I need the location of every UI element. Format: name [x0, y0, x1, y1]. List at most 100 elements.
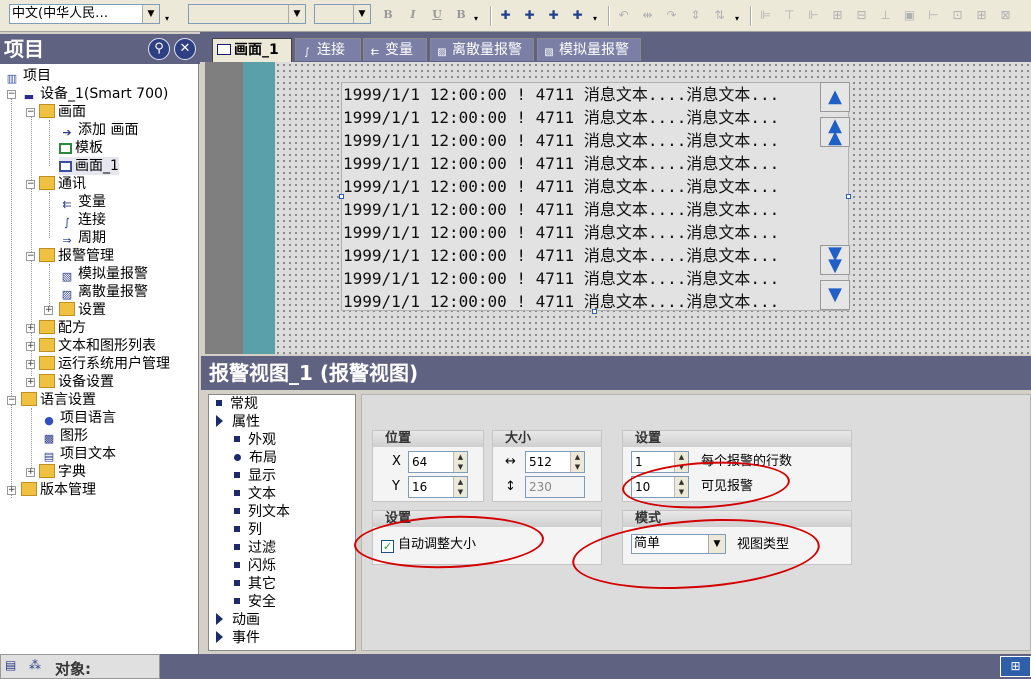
- tree-node-analog-alarms[interactable]: ▧ 模拟量报警: [59, 265, 148, 283]
- tab-analog-alarms[interactable]: ▧ 模拟量报警: [537, 38, 641, 61]
- grid-icon[interactable]: ⊠: [998, 8, 1013, 22]
- category-appearance[interactable]: 外观: [234, 431, 276, 449]
- tree-node-version-mgmt[interactable]: 版本管理: [21, 481, 96, 499]
- width-input[interactable]: 512 ▲ ▼: [525, 451, 585, 473]
- align-center-icon[interactable]: ⊤: [782, 8, 797, 22]
- category-filter[interactable]: 过滤: [234, 539, 276, 557]
- tree-node-screens[interactable]: 画面: [39, 103, 86, 121]
- tree-node-runtime-users[interactable]: 运行系统用户管理: [39, 355, 170, 373]
- category-columns[interactable]: 列: [234, 521, 262, 539]
- collapse-icon[interactable]: −: [26, 252, 35, 261]
- tree-node-comm[interactable]: 通讯: [39, 175, 86, 193]
- y-position-input[interactable]: 16 ▲ ▼: [408, 476, 468, 498]
- flip-horizontal-icon[interactable]: ⇹: [640, 8, 655, 22]
- expand-icon[interactable]: +: [26, 468, 35, 477]
- expand-icon[interactable]: +: [7, 486, 16, 495]
- align-right-icon[interactable]: ⊩: [806, 8, 821, 22]
- spinner-arrows-icon[interactable]: ▲ ▼: [453, 452, 467, 472]
- tree-node-root[interactable]: ▥ 项目: [4, 67, 51, 85]
- category-misc[interactable]: 其它: [234, 575, 276, 593]
- page-up-button[interactable]: ▲ ▲: [820, 117, 850, 147]
- tree-node-device-settings[interactable]: 设备设置: [39, 373, 114, 391]
- category-animation[interactable]: 动画: [216, 611, 260, 629]
- expand-icon[interactable]: +: [26, 378, 35, 387]
- tree-node-alarm-settings[interactable]: 设置: [59, 301, 106, 319]
- collapse-icon[interactable]: −: [26, 180, 35, 189]
- rotate-left-icon[interactable]: ↶: [616, 8, 631, 22]
- tree-node-alarm-mgmt[interactable]: 报警管理: [39, 247, 114, 265]
- resize-handle[interactable]: [592, 309, 597, 314]
- page-down-button[interactable]: ▼ ▼: [820, 245, 850, 275]
- spinner-arrows-icon[interactable]: ▲ ▼: [453, 477, 467, 497]
- align-left-icon[interactable]: ⊫: [758, 8, 773, 22]
- bring-forward-icon[interactable]: ✚: [546, 8, 561, 22]
- expand-icon[interactable]: +: [26, 360, 35, 369]
- expand-icon[interactable]: +: [44, 306, 53, 315]
- tab-tags[interactable]: ⇇ 变量: [363, 38, 427, 61]
- tree-node-discrete-alarms[interactable]: ▨ 离散量报警: [59, 283, 148, 301]
- dropdown-small-icon[interactable]: ▾: [165, 14, 169, 23]
- dropdown-small-icon[interactable]: ▾: [735, 14, 739, 23]
- window-icon[interactable]: ⊞: [1000, 656, 1031, 677]
- category-column-text[interactable]: 列文本: [234, 503, 290, 521]
- underline-button[interactable]: U: [429, 7, 445, 23]
- align-middle-icon[interactable]: ⊟: [854, 8, 869, 22]
- align-bottom-icon[interactable]: ⊥: [878, 8, 893, 22]
- font-combo[interactable]: ▼: [188, 4, 306, 24]
- category-flashing[interactable]: 闪烁: [234, 557, 276, 575]
- tree-node-project-texts[interactable]: ▤ 项目文本: [41, 445, 116, 463]
- send-backward-icon[interactable]: ✚: [570, 8, 585, 22]
- distribute-icon[interactable]: ▣: [902, 8, 917, 22]
- send-to-back-icon[interactable]: ✚: [522, 8, 537, 22]
- scroll-down-button[interactable]: ▼: [820, 280, 850, 310]
- italic-button[interactable]: I: [405, 7, 421, 23]
- flip-vertical-icon[interactable]: ⇕: [688, 8, 703, 22]
- close-icon[interactable]: ✕: [174, 38, 196, 60]
- tree-node-add-screen[interactable]: ➔ 添加 画面: [59, 121, 138, 139]
- mirror-icon[interactable]: ⇅: [712, 8, 727, 22]
- rotate-right-icon[interactable]: ↷: [664, 8, 679, 22]
- tree-node-template[interactable]: 模板: [59, 139, 103, 157]
- tree-node-lang-settings[interactable]: 语言设置: [21, 391, 96, 409]
- tree-node-project-lang[interactable]: ● 项目语言: [41, 409, 116, 427]
- tree-node-tags[interactable]: ⇇ 变量: [59, 193, 106, 211]
- tree-icon[interactable]: ⁂: [29, 658, 41, 672]
- object-panel-tab[interactable]: ▤ ⁂ 对象:: [0, 654, 160, 679]
- bring-to-front-icon[interactable]: ✚: [498, 8, 513, 22]
- expand-icon[interactable]: +: [26, 342, 35, 351]
- tree-node-screen-1[interactable]: 画面_1: [59, 157, 119, 175]
- tree-node-graphics[interactable]: ▩ 图形: [41, 427, 88, 445]
- collapse-icon[interactable]: −: [7, 90, 16, 99]
- collapse-icon[interactable]: −: [7, 396, 16, 405]
- category-general[interactable]: 常规: [216, 395, 258, 413]
- category-events[interactable]: 事件: [216, 629, 260, 647]
- x-position-input[interactable]: 64 ▲ ▼: [408, 451, 468, 473]
- alarm-view[interactable]: 1999/1/1 12:00:00 ! 4711 消息文本....消息文本...…: [341, 82, 849, 311]
- dropdown-small-icon[interactable]: ▾: [474, 14, 478, 23]
- dropdown-small-icon[interactable]: ▾: [593, 14, 597, 23]
- pin-icon[interactable]: ⚲: [148, 38, 170, 60]
- category-display[interactable]: 显示: [234, 467, 276, 485]
- category-layout[interactable]: 布局: [234, 449, 277, 467]
- same-height-icon[interactable]: ⊡: [950, 8, 965, 22]
- resize-handle[interactable]: [846, 194, 851, 199]
- tree-node-device[interactable]: ▬ 设备_1(Smart 700): [21, 85, 169, 103]
- chevron-down-icon[interactable]: ▼: [353, 5, 370, 23]
- align-top-icon[interactable]: ⊞: [830, 8, 845, 22]
- category-security[interactable]: 安全: [234, 593, 276, 611]
- expand-icon[interactable]: +: [26, 324, 35, 333]
- chevron-down-icon[interactable]: ▼: [142, 5, 159, 23]
- scroll-up-button[interactable]: ▲: [820, 82, 850, 112]
- tree-node-recipes[interactable]: 配方: [39, 319, 86, 337]
- chevron-down-icon[interactable]: ▼: [288, 5, 305, 23]
- font-size-combo[interactable]: ▼: [314, 4, 371, 24]
- tree-node-cycles[interactable]: ⇒ 周期: [59, 229, 106, 247]
- tree-node-text-graphics[interactable]: 文本和图形列表: [39, 337, 156, 355]
- list-icon[interactable]: ▤: [5, 658, 16, 672]
- same-size-icon[interactable]: ⊞: [974, 8, 989, 22]
- tree-node-dictionary[interactable]: 字典: [39, 463, 86, 481]
- tree-node-connections[interactable]: ∫ 连接: [59, 211, 106, 229]
- same-width-icon[interactable]: ⊢: [926, 8, 941, 22]
- spinner-arrows-icon[interactable]: ▲ ▼: [570, 452, 584, 472]
- resize-handle[interactable]: [339, 194, 344, 199]
